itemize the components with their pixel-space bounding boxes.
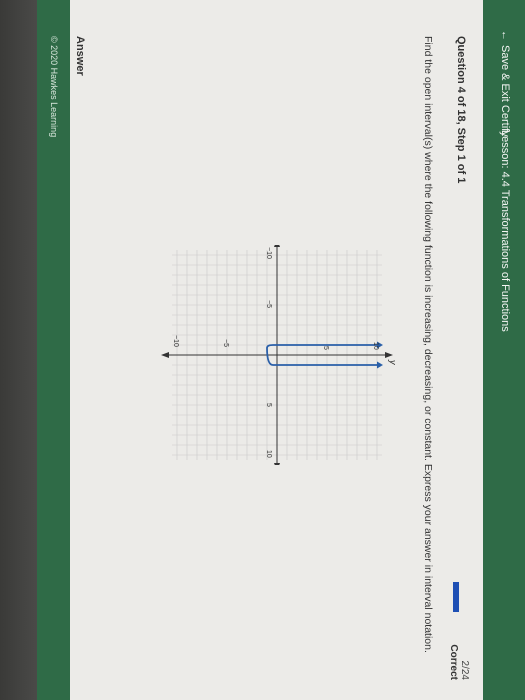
- score-value: 2/24: [459, 660, 470, 680]
- y-axis-label: y: [388, 359, 398, 365]
- function-graph: x y −5 5 −10 10 −5 5 −10 10: [161, 245, 398, 465]
- y-axis-arrow-down: [161, 352, 169, 358]
- tick-label-y-pos10: 10: [372, 342, 379, 350]
- score-progress-bar: [453, 582, 459, 612]
- back-arrow-icon: ←: [499, 30, 511, 41]
- screen-bezel: [0, 0, 37, 700]
- tick-label-x-pos5: 5: [265, 403, 272, 407]
- copyright-text: © 2020 Hawkes Learning: [49, 36, 59, 138]
- tick-label-y-neg5: −5: [222, 339, 229, 347]
- top-bar: ← Save & Exit Certify Lesson: 4.4 Transfo…: [483, 0, 525, 700]
- x-axis-arrow-right: [274, 463, 280, 465]
- save-exit-label: Save & Exit Certify: [499, 45, 511, 137]
- question-prompt: Find the open interval(s) where the foll…: [422, 36, 434, 653]
- tick-label-x-neg5: −5: [265, 300, 272, 308]
- answer-label: Answer: [74, 36, 86, 76]
- tick-label-x-pos10: 10: [265, 450, 272, 458]
- screen: ← Save & Exit Certify Lesson: 4.4 Transfo…: [0, 0, 525, 700]
- y-axis-arrow-up: [385, 352, 393, 358]
- lesson-title: Lesson: 4.4 Transformations of Functions: [499, 130, 511, 332]
- x-axis-arrow-left: [274, 245, 280, 247]
- curve-arrow-right: [377, 361, 383, 369]
- save-exit-button[interactable]: ← Save & Exit Certify: [499, 30, 511, 137]
- tick-label-y-neg10: −10: [172, 335, 179, 347]
- score-status: Correct: [448, 644, 459, 680]
- graph-axes: [161, 245, 393, 465]
- tick-label-y-pos5: 5: [322, 346, 329, 350]
- score-panel: 2/24 Correct: [448, 620, 470, 680]
- tick-label-x-neg10: −10: [265, 247, 272, 259]
- question-position: Question 4 of 18, Step 1 of 1: [455, 36, 467, 184]
